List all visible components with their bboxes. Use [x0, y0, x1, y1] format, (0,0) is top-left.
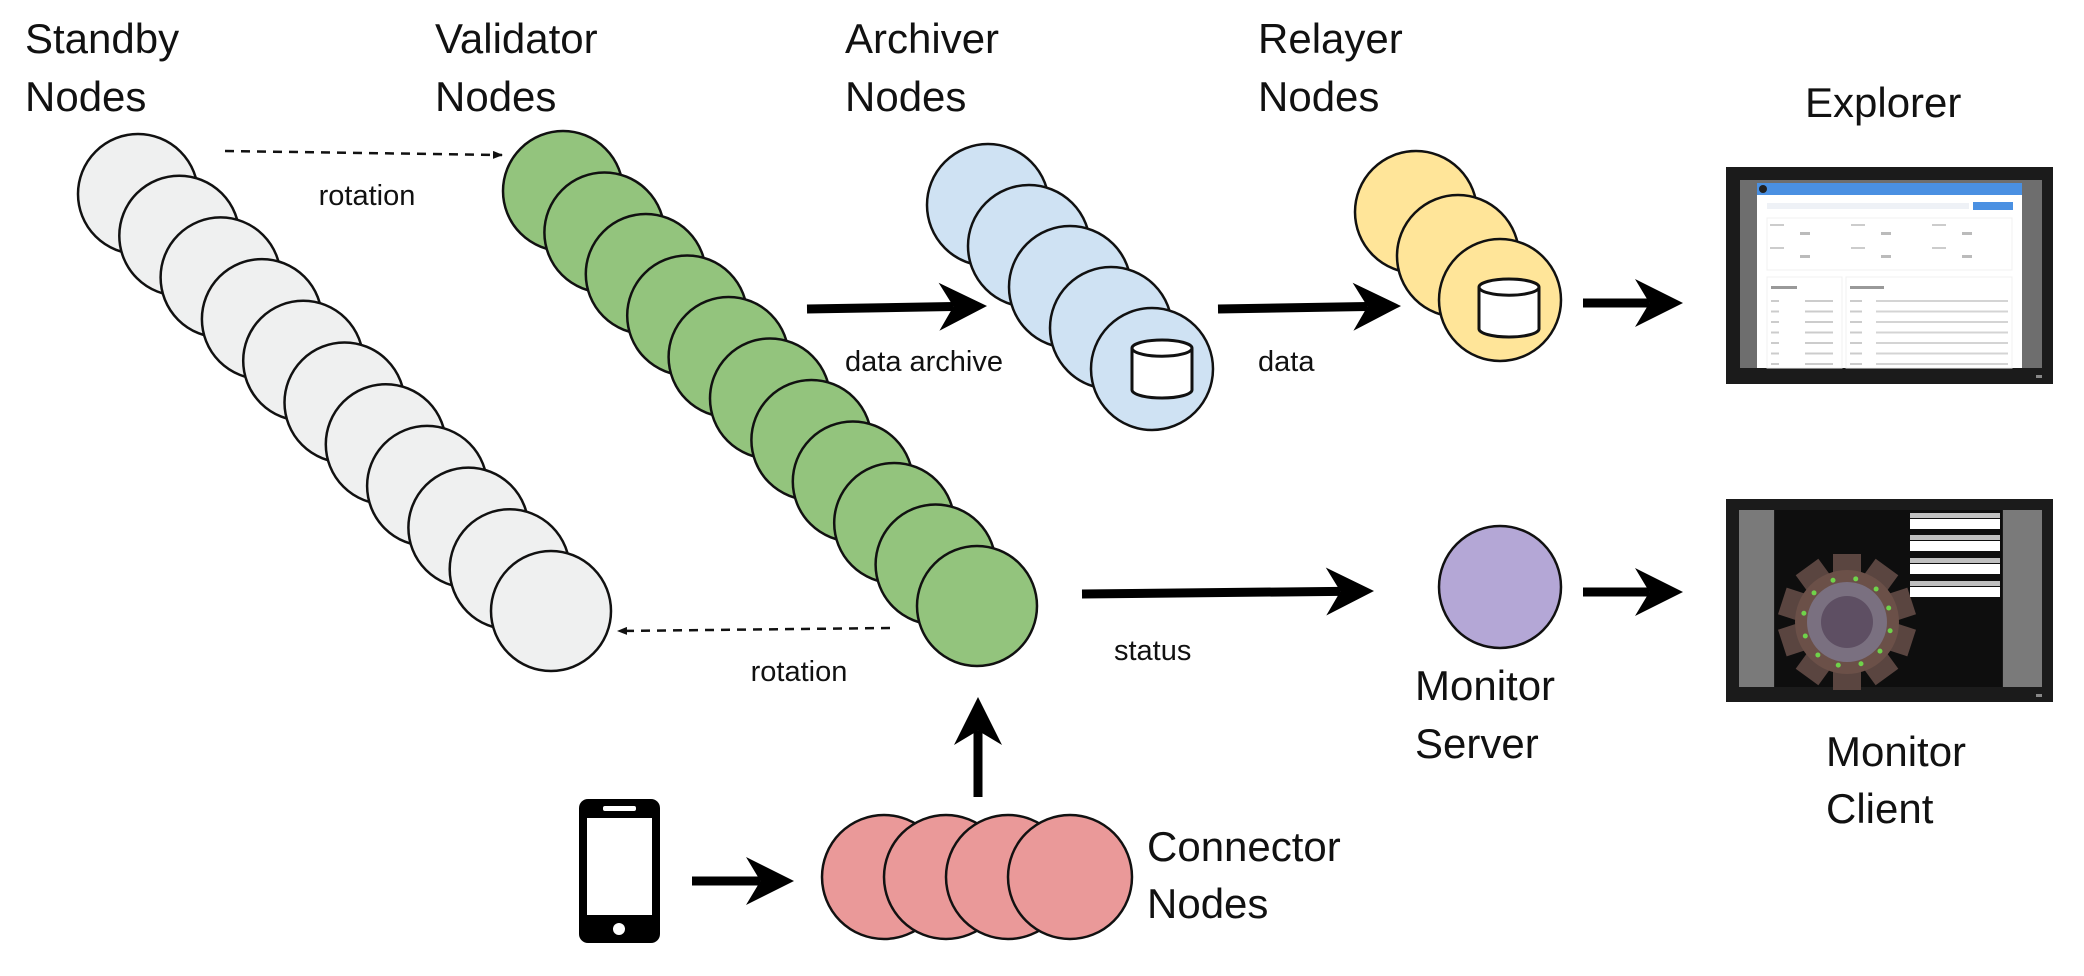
- node-dot: [1887, 628, 1893, 634]
- data-label: data: [1258, 346, 1315, 378]
- list-row: [1850, 321, 1862, 323]
- node-dot: [1877, 648, 1883, 654]
- list-row: [1805, 321, 1833, 323]
- list-row: [1771, 310, 1779, 313]
- connector-nodes-title: Connector Nodes: [1147, 823, 1341, 927]
- list-row: [1805, 300, 1833, 302]
- database-icon: [1130, 338, 1194, 400]
- stat-label: [1932, 224, 1946, 226]
- smartphone-icon: [579, 799, 660, 943]
- validator-nodes-title: Validator Nodes: [435, 15, 598, 120]
- list-row: [1771, 321, 1779, 323]
- monitor-server-node: [1437, 524, 1563, 650]
- connector-to-validator-arrow: [954, 697, 1002, 797]
- node-dot: [1873, 586, 1879, 592]
- list-heading: [1771, 286, 1797, 289]
- stat-label: [1851, 224, 1865, 226]
- node-dot: [1858, 661, 1864, 667]
- rotation-arrow-bottom: [617, 626, 891, 635]
- node-dot: [1811, 590, 1817, 596]
- explorer-arrow: [1583, 279, 1683, 327]
- list-row: [1850, 331, 1862, 334]
- list-row: [1850, 300, 1862, 302]
- list-row: [1876, 352, 2008, 355]
- explorer-title: Explorer: [1805, 79, 1961, 126]
- data-arrow: [1217, 282, 1401, 331]
- list-row: [1876, 342, 2008, 344]
- status-arrow: [1081, 567, 1374, 616]
- gear-core: [1821, 596, 1873, 648]
- node-dot: [1886, 605, 1892, 611]
- monitor-server-title: Monitor Server: [1415, 662, 1555, 767]
- explorer-screenshot: [1726, 167, 2053, 384]
- network-architecture-diagram: Standby Nodes Validator Nodes Archiver Node…: [25, 15, 2053, 943]
- list-row: [1876, 331, 2008, 334]
- stats-table-header: [1910, 513, 2000, 518]
- standby-node: [489, 549, 613, 673]
- relayer-nodes: [1353, 149, 1563, 363]
- phone-to-connector-arrow: [692, 857, 794, 905]
- stat-value: [1800, 255, 1810, 258]
- stat-label: [1770, 224, 1784, 226]
- list-row: [1805, 352, 1833, 355]
- archiver-nodes-title: Archiver Nodes: [845, 15, 999, 120]
- stats-table-header: [1910, 535, 2000, 540]
- node-dot: [1801, 610, 1807, 616]
- list-heading: [1850, 286, 1884, 289]
- stat-value: [1800, 232, 1810, 235]
- list-row: [1876, 310, 2008, 313]
- database-icon: [1477, 277, 1541, 339]
- list-row: [1771, 300, 1779, 302]
- rotation-label-top: rotation: [319, 180, 416, 212]
- list-row: [1876, 300, 2008, 302]
- node-dot: [1802, 633, 1808, 639]
- monitor-client-arrow: [1583, 568, 1683, 616]
- relayer-nodes-title: Relayer Nodes: [1258, 15, 1403, 120]
- archiver-nodes: [925, 142, 1215, 432]
- rotation-arrow-top: [224, 149, 503, 159]
- list-row: [1771, 363, 1779, 365]
- rotation-label-bottom: rotation: [751, 656, 848, 688]
- list-row: [1850, 363, 1862, 365]
- list-row: [1771, 342, 1779, 344]
- stats-table-row: [1910, 564, 2000, 574]
- list-row: [1771, 352, 1779, 355]
- standby-nodes-title: Standby Nodes: [25, 15, 179, 120]
- list-row: [1876, 363, 2008, 365]
- stats-table-row: [1910, 541, 2000, 551]
- connector-nodes: [820, 813, 1134, 941]
- list-row: [1805, 331, 1833, 334]
- monitor-client-title: Monitor Client: [1826, 728, 1966, 832]
- status-label: status: [1114, 635, 1191, 667]
- stat-label: [1770, 247, 1784, 249]
- stats-table-header: [1910, 581, 2000, 586]
- list-row: [1850, 310, 1862, 313]
- stat-value: [1881, 232, 1891, 235]
- list-row: [1805, 363, 1833, 365]
- data-archive-label: data archive: [845, 346, 1003, 378]
- node-dot: [1830, 577, 1836, 583]
- node-dot: [1853, 576, 1859, 582]
- list-row: [1805, 342, 1833, 344]
- stat-value: [1962, 232, 1972, 235]
- stat-label: [1851, 247, 1865, 249]
- data-archive-arrow: [806, 282, 987, 331]
- stats-table-row: [1910, 587, 2000, 597]
- connector-node: [1006, 813, 1134, 941]
- stats-table-row: [1910, 519, 2000, 529]
- node-dot: [1815, 652, 1821, 658]
- stat-value: [1881, 255, 1891, 258]
- stat-value: [1962, 255, 1972, 258]
- list-row: [1850, 342, 1862, 344]
- list-row: [1876, 321, 2008, 323]
- monitor-server-node: [1437, 524, 1563, 650]
- list-row: [1805, 310, 1833, 313]
- validator-node: [915, 544, 1039, 668]
- stats-table-header: [1910, 558, 2000, 563]
- monitor-client-screenshot: [1726, 499, 2053, 702]
- list-row: [1771, 331, 1779, 334]
- node-dot: [1835, 662, 1841, 668]
- list-row: [1850, 352, 1862, 355]
- stat-label: [1932, 247, 1946, 249]
